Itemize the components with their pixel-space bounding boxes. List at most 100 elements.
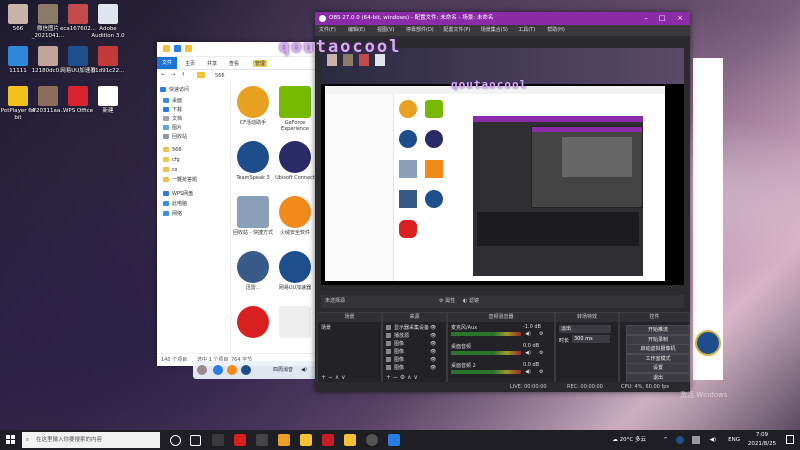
file-explorer-icon[interactable] xyxy=(300,434,312,446)
source-item[interactable]: 显示器采集设备 👁 xyxy=(386,325,436,332)
app-icon[interactable] xyxy=(256,434,268,446)
weather-widget[interactable]: ☁ 20°C 多云 xyxy=(612,430,646,450)
obs-menu-item[interactable]: 帮助(H) xyxy=(547,25,565,36)
source-item[interactable]: 图像 👁 xyxy=(386,365,436,372)
file-item[interactable]: 迅雷... xyxy=(233,251,273,291)
duration-input[interactable]: 300 ms xyxy=(572,335,610,343)
minimize-icon[interactable]: – xyxy=(638,12,654,25)
nav-item[interactable]: 回收站 xyxy=(163,133,187,141)
control-button[interactable]: 开始推流 xyxy=(626,325,690,335)
source-controls[interactable]: + − ⚙ ∧ ∨ xyxy=(386,374,418,381)
app-icon[interactable] xyxy=(278,434,290,446)
volume-meter[interactable] xyxy=(451,351,521,355)
nav-item[interactable]: cs xyxy=(163,166,177,174)
nav-item[interactable]: WPS网盘 xyxy=(163,190,193,198)
gear-icon[interactable]: ⚙ xyxy=(539,369,543,375)
volume-icon[interactable]: ◀) xyxy=(525,331,531,337)
ribbon-tab-file[interactable]: 文件 xyxy=(157,57,177,69)
file-item[interactable]: GeForce Experience xyxy=(275,86,315,132)
source-item[interactable]: 图像 👁 xyxy=(386,341,436,348)
app-icon[interactable] xyxy=(234,434,246,446)
ribbon-tab-view[interactable]: 查看 xyxy=(229,60,239,67)
nav-item[interactable]: 566 xyxy=(163,146,182,154)
app-icon[interactable] xyxy=(213,365,223,375)
up-icon[interactable]: ↑ xyxy=(181,72,185,78)
new-folder-icon[interactable] xyxy=(185,45,192,52)
control-button[interactable]: 开始录制 xyxy=(626,334,690,345)
obs-menu-item[interactable]: 配置文件(P) xyxy=(443,25,470,36)
file-explorer-window[interactable]: 文件 主页 共享 查看 管理 ← → ↑ 566 快速访问 桌面 下载 文档 图片 回收站… xyxy=(157,42,317,366)
wps-office-icon[interactable] xyxy=(322,434,334,446)
mini-taskbar[interactable]: 四周消音 ◀) xyxy=(193,361,320,379)
scene-item[interactable]: 场景 xyxy=(321,325,331,332)
cortana-icon[interactable] xyxy=(170,435,181,446)
volume-meter[interactable] xyxy=(451,332,521,336)
file-item[interactable] xyxy=(275,306,315,340)
volume-icon[interactable]: ◀) xyxy=(301,361,307,379)
close-icon[interactable]: × xyxy=(672,12,688,25)
desktop-icon[interactable]: 01d91c22... xyxy=(88,46,128,75)
clock[interactable]: 7:09 2021/8/25 xyxy=(744,430,780,449)
app-icon[interactable] xyxy=(241,365,251,375)
nav-item[interactable]: 此电脑 xyxy=(163,200,187,208)
nav-item[interactable]: 桌面 xyxy=(163,97,182,105)
visibility-icon[interactable]: 👁 xyxy=(430,365,436,372)
filters-button[interactable]: ◐ 滤镜 xyxy=(463,295,479,308)
nav-item[interactable]: 下载 xyxy=(163,106,182,114)
notification-icon[interactable] xyxy=(786,435,794,444)
file-item[interactable]: Ubisoft Connect xyxy=(275,141,315,181)
taskbar-search-box[interactable]: ⌕ 在这里输入你要搜索的内容 xyxy=(22,432,160,448)
ribbon-tab-share[interactable]: 共享 xyxy=(207,60,217,67)
file-item[interactable] xyxy=(233,306,273,340)
app-icon[interactable] xyxy=(227,365,237,375)
control-button[interactable]: 启动虚拟摄像机 xyxy=(626,344,690,354)
ribbon-tab-home[interactable]: 主页 xyxy=(185,60,195,67)
file-item[interactable]: 火绒安全软件 xyxy=(275,196,315,236)
obs-menu-item[interactable]: 工具(T) xyxy=(518,25,535,36)
file-item[interactable]: CF活动助手 xyxy=(233,86,273,126)
nav-item[interactable]: 图片 xyxy=(163,124,182,132)
obs-icon[interactable] xyxy=(366,434,378,446)
control-button[interactable]: 退出 xyxy=(626,372,690,383)
nav-item[interactable]: 文档 xyxy=(163,115,182,123)
task-view-icon[interactable] xyxy=(190,435,201,446)
nav-item[interactable]: 网络 xyxy=(163,210,182,218)
folder-icon[interactable] xyxy=(344,434,356,446)
file-item[interactable]: TeamSpeak 3 xyxy=(233,141,273,181)
chevron-up-icon[interactable]: ^ xyxy=(663,430,668,450)
gear-icon[interactable]: ⚙ xyxy=(539,331,543,337)
scene-controls[interactable]: + − ∧ ∨ xyxy=(321,374,346,381)
nav-item[interactable]: 快速访问 xyxy=(160,86,189,94)
obs-titlebar[interactable]: OBS 27.0.0 (64-bit, windows) - 配置文件: 未命名… xyxy=(315,12,690,25)
source-item[interactable]: 图像 👁 xyxy=(386,349,436,356)
volume-icon[interactable]: ◀) xyxy=(710,430,716,450)
app-icon[interactable] xyxy=(388,434,400,446)
obs-window[interactable]: OBS 27.0.0 (64-bit, windows) - 配置文件: 未命名… xyxy=(279,12,690,392)
visibility-icon[interactable]: 👁 xyxy=(430,325,436,332)
steam-icon[interactable] xyxy=(212,434,224,446)
file-item[interactable]: 网易UU加速器 xyxy=(275,251,315,291)
forward-icon[interactable]: → xyxy=(171,72,175,78)
volume-meter[interactable] xyxy=(451,370,521,374)
gear-icon[interactable]: ⚙ xyxy=(539,350,543,356)
obs-menu-item[interactable]: 视图(V) xyxy=(377,25,394,36)
volume-icon[interactable]: ◀) xyxy=(525,350,531,356)
obs-menu-item[interactable]: 编辑(E) xyxy=(348,25,365,36)
properties-button[interactable]: ⚙ 属性 xyxy=(439,295,455,308)
back-icon[interactable]: ← xyxy=(161,72,165,78)
control-button[interactable]: 设置 xyxy=(626,363,690,373)
visibility-icon[interactable]: 👁 xyxy=(430,333,436,340)
visibility-icon[interactable]: 👁 xyxy=(430,357,436,364)
source-item[interactable]: 图像 👁 xyxy=(386,357,436,364)
source-item[interactable]: 播放源 👁 xyxy=(386,333,436,340)
control-button[interactable]: 工作室模式 xyxy=(626,353,690,364)
nav-item[interactable]: 一鞭抢答题 xyxy=(163,176,197,184)
file-item[interactable]: 回收站 - 快捷方式 xyxy=(233,196,273,236)
obs-preview[interactable]: qoutaocool xyxy=(321,48,684,285)
desktop-icon[interactable]: Adobe Audition 3.0 xyxy=(88,4,128,39)
transition-select[interactable]: 淡出 xyxy=(559,325,611,333)
ribbon-tab-manage[interactable]: 管理 xyxy=(253,60,268,67)
tray-app-icon[interactable] xyxy=(676,436,684,444)
tray-app-icon[interactable] xyxy=(692,436,700,444)
windows-start-icon[interactable] xyxy=(6,435,16,445)
